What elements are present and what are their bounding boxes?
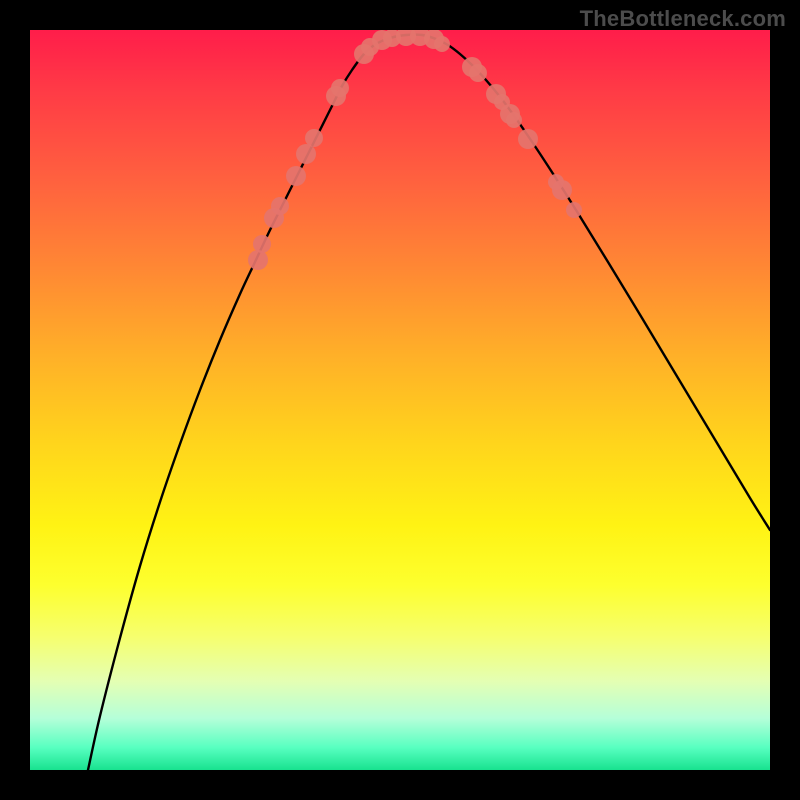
chart-frame: TheBottleneck.com xyxy=(0,0,800,800)
watermark-text: TheBottleneck.com xyxy=(580,6,786,32)
curve-marker xyxy=(296,144,316,164)
curve-marker xyxy=(253,235,271,253)
curve-marker xyxy=(434,36,450,52)
curve-marker xyxy=(469,64,487,82)
curve-marker xyxy=(271,197,289,215)
curve-marker xyxy=(305,129,323,147)
plot-area xyxy=(30,30,770,770)
curve-marker xyxy=(548,174,564,190)
bottleneck-curve xyxy=(88,35,770,770)
curve-marker xyxy=(566,202,582,218)
curve-marker xyxy=(331,79,349,97)
curve-marker xyxy=(286,166,306,186)
curve-marker xyxy=(248,250,268,270)
curve-marker xyxy=(518,129,538,149)
curve-marker xyxy=(506,112,522,128)
bottleneck-curve-svg xyxy=(30,30,770,770)
